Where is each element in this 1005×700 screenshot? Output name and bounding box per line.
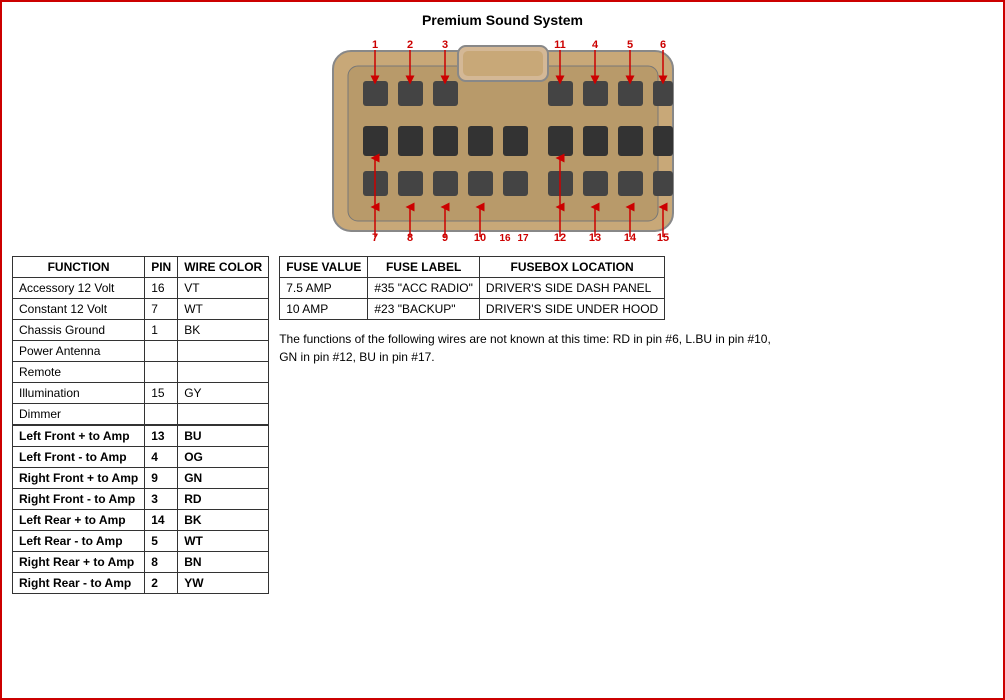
table-row: Left Rear - to Amp5WT (13, 531, 269, 552)
table-cell: Right Front + to Amp (13, 468, 145, 489)
connector-diagram: 1 2 3 11 4 5 6 7 8 (12, 36, 993, 246)
table-cell: BK (178, 510, 269, 531)
table-row: Accessory 12 Volt16VT (13, 278, 269, 299)
table-cell: GN (178, 468, 269, 489)
table-row: Right Rear - to Amp2YW (13, 573, 269, 594)
table-cell: Left Rear - to Amp (13, 531, 145, 552)
connector-svg: 1 2 3 11 4 5 6 7 8 (303, 36, 703, 246)
table-cell (178, 362, 269, 383)
table-row: Illumination15GY (13, 383, 269, 404)
main-table-container: FUNCTION PIN WIRE COLOR Accessory 12 Vol… (12, 256, 269, 594)
table-cell: VT (178, 278, 269, 299)
table-cell (178, 404, 269, 426)
table-cell (145, 362, 178, 383)
table-cell: WT (178, 299, 269, 320)
table-cell: 9 (145, 468, 178, 489)
table-cell: BN (178, 552, 269, 573)
table-cell: Dimmer (13, 404, 145, 426)
table-cell: 14 (145, 510, 178, 531)
table-row: Right Front + to Amp9GN (13, 468, 269, 489)
fuse-table-row: 10 AMP#23 "BACKUP"DRIVER'S SIDE UNDER HO… (280, 299, 665, 320)
table-cell: BU (178, 425, 269, 447)
table-row: Dimmer (13, 404, 269, 426)
table-cell: Right Rear - to Amp (13, 573, 145, 594)
svg-text:5: 5 (626, 39, 632, 51)
col-function: FUNCTION (13, 257, 145, 278)
table-cell: Right Front - to Amp (13, 489, 145, 510)
col-wire-color: WIRE COLOR (178, 257, 269, 278)
table-row: Constant 12 Volt7WT (13, 299, 269, 320)
table-cell: 3 (145, 489, 178, 510)
table-cell: Remote (13, 362, 145, 383)
table-cell: Illumination (13, 383, 145, 404)
svg-text:4: 4 (591, 39, 598, 51)
col-pin: PIN (145, 257, 178, 278)
svg-text:6: 6 (659, 39, 665, 51)
fuse-table-cell: 10 AMP (280, 299, 368, 320)
col-fuse-label: FUSE LABEL (368, 257, 480, 278)
table-cell: 7 (145, 299, 178, 320)
table-row: Left Rear + to Amp14BK (13, 510, 269, 531)
table-cell: Power Antenna (13, 341, 145, 362)
tables-area: FUNCTION PIN WIRE COLOR Accessory 12 Vol… (12, 256, 993, 594)
table-cell: 2 (145, 573, 178, 594)
table-row: Power Antenna (13, 341, 269, 362)
table-cell: YW (178, 573, 269, 594)
note-text: The functions of the following wires are… (279, 330, 779, 366)
table-cell: 8 (145, 552, 178, 573)
table-cell: Right Rear + to Amp (13, 552, 145, 573)
table-row: Right Rear + to Amp8BN (13, 552, 269, 573)
table-cell: 5 (145, 531, 178, 552)
page-title: Premium Sound System (12, 12, 993, 28)
table-cell: 16 (145, 278, 178, 299)
table-row: Chassis Ground1BK (13, 320, 269, 341)
svg-text:2: 2 (406, 39, 412, 51)
fuse-table-cell: #35 "ACC RADIO" (368, 278, 480, 299)
table-row: Right Front - to Amp3RD (13, 489, 269, 510)
table-cell (145, 404, 178, 426)
fuse-table: FUSE VALUE FUSE LABEL FUSEBOX LOCATION 7… (279, 256, 665, 320)
svg-text:16: 16 (499, 233, 511, 244)
table-cell: Constant 12 Volt (13, 299, 145, 320)
fuse-table-cell: DRIVER'S SIDE UNDER HOOD (479, 299, 664, 320)
table-cell: Accessory 12 Volt (13, 278, 145, 299)
table-cell (145, 341, 178, 362)
fuse-table-cell: 7.5 AMP (280, 278, 368, 299)
table-cell: GY (178, 383, 269, 404)
svg-text:17: 17 (517, 233, 529, 244)
table-cell: RD (178, 489, 269, 510)
fuse-table-cell: #23 "BACKUP" (368, 299, 480, 320)
svg-text:3: 3 (441, 39, 447, 51)
table-cell: 15 (145, 383, 178, 404)
table-cell: Left Front - to Amp (13, 447, 145, 468)
table-cell: Left Rear + to Amp (13, 510, 145, 531)
svg-text:1: 1 (371, 39, 377, 51)
col-fuse-value: FUSE VALUE (280, 257, 368, 278)
table-cell (178, 341, 269, 362)
table-cell: OG (178, 447, 269, 468)
table-cell: BK (178, 320, 269, 341)
table-row: Left Front - to Amp4OG (13, 447, 269, 468)
main-table: FUNCTION PIN WIRE COLOR Accessory 12 Vol… (12, 256, 269, 594)
col-fusebox-location: FUSEBOX LOCATION (479, 257, 664, 278)
table-cell: Chassis Ground (13, 320, 145, 341)
table-cell: 1 (145, 320, 178, 341)
page: Premium Sound System (0, 0, 1005, 700)
right-section: FUSE VALUE FUSE LABEL FUSEBOX LOCATION 7… (279, 256, 993, 366)
fuse-table-row: 7.5 AMP#35 "ACC RADIO"DRIVER'S SIDE DASH… (280, 278, 665, 299)
fuse-table-cell: DRIVER'S SIDE DASH PANEL (479, 278, 664, 299)
svg-text:11: 11 (554, 39, 566, 51)
table-cell: 4 (145, 447, 178, 468)
table-row: Remote (13, 362, 269, 383)
table-row: Left Front + to Amp13BU (13, 425, 269, 447)
table-cell: Left Front + to Amp (13, 425, 145, 447)
table-cell: WT (178, 531, 269, 552)
table-cell: 13 (145, 425, 178, 447)
